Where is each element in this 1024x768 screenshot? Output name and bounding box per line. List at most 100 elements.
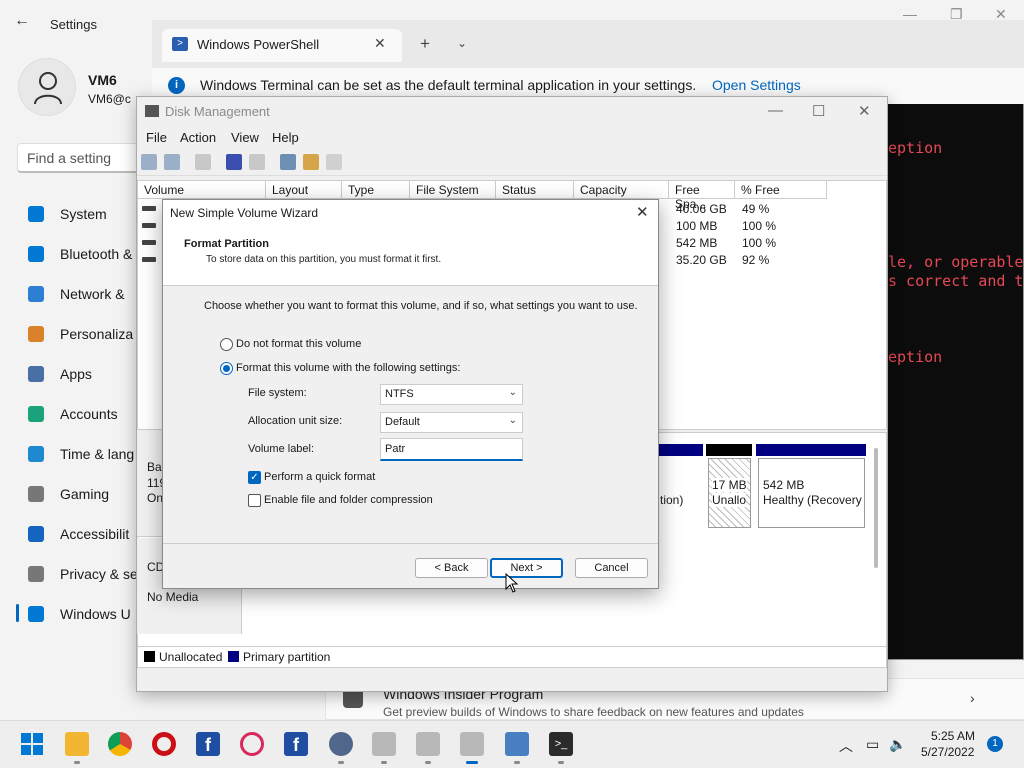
opera-icon[interactable] — [152, 732, 176, 756]
unallocated-size: 17 MB — [712, 478, 747, 492]
dm-maximize-icon[interactable]: ☐ — [812, 102, 825, 120]
sidebar-item-label: Privacy & se — [60, 566, 138, 582]
chevron-up-icon[interactable]: ︿ — [839, 736, 853, 756]
menu-help[interactable]: Help — [272, 130, 299, 145]
next-button[interactable]: Next > — [490, 558, 563, 578]
file-explorer-icon[interactable] — [65, 732, 89, 756]
chevron-down-icon[interactable]: ⌄ — [457, 36, 467, 50]
accessibility-icon — [28, 526, 44, 542]
open-settings-link[interactable]: Open Settings — [712, 77, 801, 93]
dm-minimize-icon[interactable]: — — [768, 102, 783, 119]
column-header[interactable]: % Free — [735, 181, 827, 199]
disk-tool-icon[interactable] — [416, 732, 440, 756]
tab-close-icon[interactable]: ✕ — [374, 35, 386, 52]
radio-format[interactable] — [220, 362, 233, 375]
forward-icon[interactable] — [164, 154, 180, 170]
column-header[interactable]: Capacity — [574, 181, 669, 199]
network-icon[interactable]: ▭ — [866, 736, 879, 753]
free-space-cell: 100 MB — [676, 219, 718, 233]
mouse-cursor-icon — [505, 573, 519, 593]
column-header[interactable]: Status — [496, 181, 574, 199]
sidebar-item-label: Windows U — [60, 606, 131, 622]
properties-icon[interactable] — [195, 154, 211, 170]
check-icon[interactable] — [303, 154, 319, 170]
running-indicator — [74, 761, 80, 764]
legend-swatch-unallocated — [144, 651, 155, 662]
running-indicator — [514, 761, 520, 764]
new-tab-icon[interactable]: + — [420, 34, 430, 54]
opera-gx-icon[interactable] — [240, 732, 264, 756]
free-space-cell: 35.20 GB — [676, 253, 727, 267]
scrollbar[interactable] — [874, 448, 878, 568]
facebook-icon[interactable]: f — [196, 732, 220, 756]
chrome-icon[interactable] — [108, 732, 132, 756]
menu-view[interactable]: View — [231, 130, 259, 145]
insider-subtitle: Get preview builds of Windows to share f… — [383, 705, 804, 719]
quick-format-label[interactable]: Perform a quick format — [264, 471, 375, 483]
back-button[interactable]: < Back — [415, 558, 488, 578]
free-space-cell: 40.06 GB — [676, 202, 727, 216]
notification-badge[interactable]: 1 — [987, 736, 1003, 752]
percent-free-cell: 100 % — [742, 236, 777, 250]
clock-time[interactable]: 5:25 AM — [931, 729, 975, 743]
recovery-size: 542 MB — [763, 478, 805, 492]
list-icon[interactable] — [249, 154, 265, 170]
disk-management-icon[interactable] — [460, 732, 484, 756]
terminal-line: le, or operable — [888, 253, 1024, 271]
wizard-description: Choose whether you want to format this v… — [204, 300, 638, 312]
settings-gear-icon[interactable] — [329, 732, 353, 756]
dm-title: Disk Management — [165, 104, 270, 119]
column-header[interactable]: File System — [410, 181, 496, 199]
quick-format-checkbox[interactable]: ✓ — [248, 471, 261, 484]
back-icon[interactable] — [141, 154, 157, 170]
sidebar-item-label: Apps — [60, 366, 92, 382]
person-icon — [34, 72, 62, 105]
info-text: Windows Terminal can be set as the defau… — [200, 77, 697, 93]
start-icon[interactable] — [21, 733, 43, 755]
column-header[interactable]: Free Spa... — [669, 181, 735, 211]
gamepad-icon — [28, 486, 44, 502]
percent-free-cell: 92 % — [742, 253, 770, 267]
file-system-label: File system: — [248, 387, 307, 399]
percent-free-cell: 100 % — [742, 219, 777, 233]
radio-no-format[interactable] — [220, 338, 233, 351]
clock-date[interactable]: 5/27/2022 — [921, 745, 974, 759]
apps-icon — [28, 366, 44, 382]
sidebar-item-label: Accounts — [60, 406, 118, 422]
sidebar-item-label: Time & lang — [60, 446, 135, 462]
column-header[interactable]: Volume — [138, 181, 266, 199]
menu-action[interactable]: Action — [180, 130, 216, 145]
wizard-close-icon[interactable]: ✕ — [636, 203, 649, 221]
running-indicator — [425, 761, 431, 764]
help-icon[interactable] — [226, 154, 242, 170]
disk-icon[interactable] — [280, 154, 296, 170]
avatar[interactable] — [18, 58, 76, 116]
menu-file[interactable]: File — [146, 130, 167, 145]
alloc-size-value: Default — [385, 416, 420, 428]
terminal-icon[interactable]: >_ — [549, 732, 573, 756]
chevron-right-icon[interactable]: › — [970, 690, 975, 706]
settings-list-icon[interactable] — [326, 154, 342, 170]
dm-close-icon[interactable]: ✕ — [858, 102, 871, 120]
disk-tool-icon[interactable] — [372, 732, 396, 756]
volume-icon[interactable]: 🔈 — [889, 736, 906, 753]
disk0-label-line: On — [147, 491, 164, 505]
back-arrow-icon[interactable]: ← — [14, 12, 30, 30]
sidebar-item-label: Accessibilit — [60, 526, 130, 542]
cancel-button[interactable]: Cancel — [575, 558, 648, 578]
compression-label[interactable]: Enable file and folder compression — [264, 494, 433, 506]
radio-format-label[interactable]: Format this volume with the following se… — [236, 362, 460, 374]
chevron-down-icon: ⌄ — [508, 387, 517, 398]
bluetooth-icon — [28, 246, 44, 262]
column-header[interactable]: Type — [342, 181, 410, 199]
facebook-icon[interactable]: f — [284, 732, 308, 756]
radio-no-format-label[interactable]: Do not format this volume — [236, 338, 361, 350]
wizard-title: New Simple Volume Wizard — [170, 206, 319, 220]
column-header[interactable]: Layout — [266, 181, 342, 199]
volume-label-input[interactable]: Patr — [380, 438, 523, 461]
alloc-size-select[interactable]: Default ⌄ — [380, 412, 523, 433]
clock-icon — [28, 446, 44, 462]
file-system-select[interactable]: NTFS ⌄ — [380, 384, 523, 405]
compression-checkbox[interactable] — [248, 494, 261, 507]
calculator-icon[interactable] — [505, 732, 529, 756]
